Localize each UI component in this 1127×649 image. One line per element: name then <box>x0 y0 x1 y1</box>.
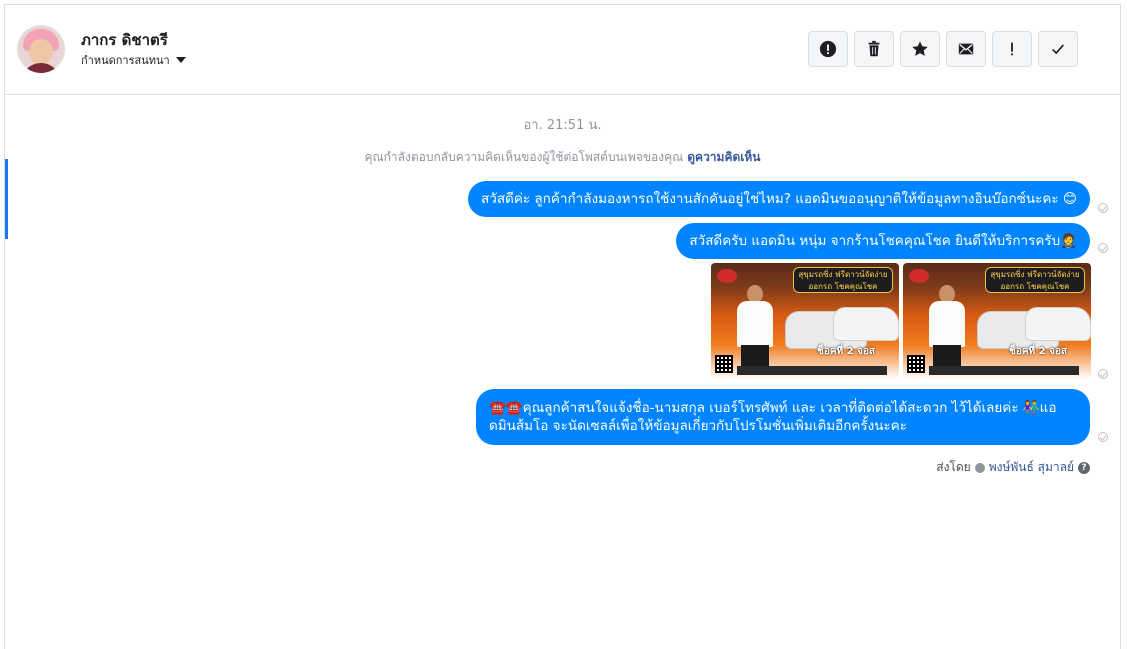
reply-context-text: คุณกำลังตอบกลับความคิดเห็นของผู้ใช้ต่อโพ… <box>364 150 684 164</box>
conversation-settings-label: กำหนดการสนทนา <box>81 54 170 67</box>
sender-name-link[interactable]: พงษ์พันธ์ สุมาลย์ <box>989 458 1074 477</box>
message-timestamp: อา. 21:51 น. <box>523 118 602 133</box>
delete-button[interactable] <box>854 31 894 67</box>
seen-check-icon <box>1098 369 1108 379</box>
car-graphic <box>1025 307 1091 341</box>
message-bubble[interactable]: สวัสดีครับ แอดมิน หนุ่ม จากร้านโชคคุณโชค… <box>676 223 1090 259</box>
mark-done-button[interactable] <box>1038 31 1078 67</box>
follow-up-button[interactable] <box>992 31 1032 67</box>
conversation-panel: ภากร ดิชาตรี กำหนดการสนทนา อา. 21:51 น. … <box>4 4 1121 649</box>
message-bubble[interactable]: สวัสดีค่ะ ลูกค้ากำลังมองหารถใช้งานสักคัน… <box>468 181 1090 217</box>
avatar[interactable] <box>17 25 65 73</box>
ad-footer-strip <box>737 366 887 375</box>
exclamation-icon <box>1011 42 1013 56</box>
contact-name[interactable]: ภากร ดิชาตรี <box>81 28 168 52</box>
car-graphic <box>833 307 899 341</box>
seen-check-icon <box>1098 203 1108 213</box>
sent-by-line: ส่งโดย พงษ์พันธ์ สุมาลย์ ? <box>936 458 1090 477</box>
message-bubble[interactable]: ☎️☎️คุณลูกค้าสนใจแจ้งชื่อ-นามสกุล เบอร์โ… <box>476 389 1090 445</box>
envelope-icon <box>958 43 974 55</box>
ad-cta-text: ช็อคที่ 2 จอส <box>1009 346 1067 357</box>
trash-icon <box>868 40 880 57</box>
dealer-logo <box>717 269 737 283</box>
check-icon <box>1052 44 1065 55</box>
report-button[interactable] <box>808 31 848 67</box>
active-indicator <box>5 159 8 239</box>
attached-image[interactable]: สุขุมรถซิ่ง ฟรีดาวน์จัดง่าย ออกรถ โชคคุณ… <box>711 263 899 379</box>
alert-circle-icon <box>819 40 837 58</box>
mark-unread-button[interactable] <box>946 31 986 67</box>
attached-image[interactable]: สุขุมรถซิ่ง ฟรีดาวน์จัดง่าย ออกรถ โชคคุณ… <box>903 263 1091 379</box>
conversation-header: ภากร ดิชาตรี กำหนดการสนทนา <box>5 5 1120 95</box>
caret-down-icon <box>175 57 186 63</box>
help-icon[interactable]: ? <box>1078 461 1090 474</box>
ad-banner-text: สุขุมรถซิ่ง ฟรีดาวน์จัดง่าย ออกรถ โชคคุณ… <box>793 267 893 293</box>
qr-code <box>715 355 733 373</box>
settings-gear-icon <box>974 462 985 473</box>
view-comment-link[interactable]: ดูความคิดเห็น <box>687 150 760 164</box>
star-icon <box>912 41 928 56</box>
salesman-figure <box>733 285 777 375</box>
seen-check-icon <box>1098 432 1108 442</box>
reply-context-notice: คุณกำลังตอบกลับความคิดเห็นของผู้ใช้ต่อโพ… <box>5 148 1120 167</box>
qr-code <box>907 355 925 373</box>
ad-banner-text: สุขุมรถซิ่ง ฟรีดาวน์จัดง่าย ออกรถ โชคคุณ… <box>985 267 1085 293</box>
ad-footer-strip <box>929 366 1079 375</box>
seen-check-icon <box>1098 243 1108 253</box>
conversation-settings-dropdown[interactable]: กำหนดการสนทนา <box>81 51 186 69</box>
ad-cta-text: ช็อคที่ 2 จอส <box>817 346 875 357</box>
star-button[interactable] <box>900 31 940 67</box>
salesman-figure <box>925 285 969 375</box>
conversation-toolbar <box>808 31 1078 67</box>
sent-by-label: ส่งโดย <box>936 460 971 474</box>
dealer-logo <box>909 269 929 283</box>
